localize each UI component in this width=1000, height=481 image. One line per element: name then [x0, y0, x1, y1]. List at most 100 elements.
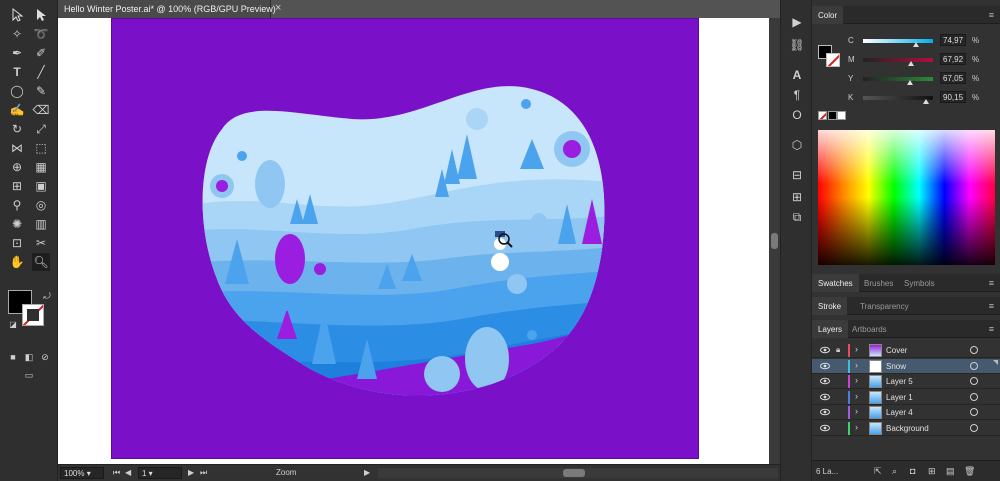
- symbol-sprayer-tool-icon[interactable]: ✺: [8, 215, 26, 233]
- gradient-tool-icon[interactable]: ▣: [32, 177, 50, 195]
- shaper-tool-icon[interactable]: ✍: [8, 101, 26, 119]
- 3d-icon[interactable]: ⬡: [790, 138, 804, 152]
- selection-tool-icon[interactable]: [8, 6, 26, 24]
- character-icon[interactable]: A: [790, 68, 804, 82]
- delete-layer-icon[interactable]: 🗑︎: [964, 466, 975, 476]
- slider-value-y[interactable]: 67,05: [940, 72, 966, 84]
- swap-fill-stroke-icon[interactable]: ⤾: [38, 287, 56, 305]
- make-clipping-mask-icon[interactable]: ◘: [910, 466, 920, 476]
- layer-target-icon[interactable]: [970, 392, 978, 401]
- links-icon[interactable]: ⛓: [789, 38, 804, 52]
- prev-artboard-icon[interactable]: ◀: [125, 468, 131, 477]
- layer-target-icon[interactable]: [970, 361, 978, 370]
- export-icon[interactable]: ⇱: [874, 466, 884, 476]
- column-graph-tool-icon[interactable]: ▥: [32, 215, 50, 233]
- tab-transparency[interactable]: Transparency: [854, 297, 915, 315]
- ellipse-tool-icon[interactable]: ◯: [8, 82, 26, 100]
- next-artboard-icon[interactable]: ▶: [188, 468, 194, 477]
- tab-color[interactable]: Color: [812, 6, 844, 24]
- perspective-grid-tool-icon[interactable]: ▦: [32, 158, 50, 176]
- visibility-eye-icon[interactable]: [820, 423, 830, 433]
- hand-tool-icon[interactable]: ✋: [8, 253, 26, 271]
- slider-track-c[interactable]: [863, 39, 933, 43]
- slider-track-m[interactable]: [863, 58, 933, 62]
- stroke-panel-menu-icon[interactable]: ≡: [989, 301, 994, 311]
- last-artboard-icon[interactable]: ⏭: [200, 468, 207, 478]
- tab-layers[interactable]: Layers: [812, 320, 849, 338]
- horizontal-scrollbar[interactable]: [378, 468, 778, 478]
- document-tab[interactable]: Hello Winter Poster.ai* @ 100% (RGB/GPU …: [58, 0, 276, 18]
- locate-object-icon[interactable]: ⌕: [892, 466, 902, 476]
- slider-thumb-k[interactable]: [923, 99, 929, 104]
- layer-row[interactable]: › Layer 1: [812, 390, 1000, 405]
- close-tab-icon[interactable]: ×: [275, 2, 281, 14]
- artboard-tool-icon[interactable]: ⊡: [8, 234, 26, 252]
- lasso-tool-icon[interactable]: ➰: [32, 25, 50, 43]
- pen-tool-icon[interactable]: ✒: [8, 44, 26, 62]
- none-mode-icon[interactable]: ⊘: [36, 348, 54, 366]
- artboard-number-field[interactable]: 1 ▾: [138, 467, 182, 479]
- blend-tool-icon[interactable]: ◎: [32, 196, 50, 214]
- layer-target-icon[interactable]: [970, 423, 978, 432]
- slider-value-k[interactable]: 90,15: [940, 91, 966, 103]
- slider-value-m[interactable]: 67,92: [940, 53, 966, 65]
- expand-chevron-icon[interactable]: ›: [855, 422, 858, 432]
- lock-toggle[interactable]: [836, 423, 844, 433]
- slider-track-y[interactable]: [863, 77, 933, 81]
- lock-toggle[interactable]: [836, 376, 844, 386]
- pathfinder-icon[interactable]: ⧉: [790, 210, 804, 224]
- expand-chevron-icon[interactable]: ›: [855, 391, 858, 401]
- layer-target-icon[interactable]: [970, 346, 978, 354]
- paragraph-icon[interactable]: ¶: [790, 88, 804, 102]
- color-spectrum[interactable]: [818, 130, 995, 265]
- visibility-eye-icon[interactable]: [820, 392, 830, 402]
- lock-toggle[interactable]: [836, 407, 844, 417]
- free-transform-tool-icon[interactable]: ⬚: [32, 139, 50, 157]
- vertical-scrollbar[interactable]: [769, 18, 780, 464]
- layer-row[interactable]: › Layer 5: [812, 374, 1000, 389]
- slider-thumb-y[interactable]: [906, 80, 913, 85]
- direct-selection-tool-icon[interactable]: [32, 6, 50, 24]
- type-tool-icon[interactable]: T: [8, 63, 26, 81]
- lock-toggle[interactable]: [836, 392, 844, 402]
- shape-builder-tool-icon[interactable]: ⊕: [8, 158, 26, 176]
- line-tool-icon[interactable]: ╱: [32, 63, 50, 81]
- color-panel-menu-icon[interactable]: ≡: [989, 10, 994, 20]
- tab-swatches[interactable]: Swatches: [812, 274, 859, 292]
- slider-thumb-m[interactable]: [907, 61, 914, 66]
- white-swatch[interactable]: [837, 111, 846, 120]
- screen-mode-icon[interactable]: ▭: [20, 366, 38, 384]
- new-layer-icon[interactable]: ▤: [946, 466, 956, 476]
- black-swatch[interactable]: [828, 111, 837, 120]
- first-artboard-icon[interactable]: ⏮: [113, 468, 120, 478]
- slider-thumb-c[interactable]: [912, 42, 919, 47]
- layer-row[interactable]: › Background: [812, 421, 1000, 436]
- play-action-icon[interactable]: ▶: [790, 15, 804, 29]
- new-sublayer-icon[interactable]: ⊞: [928, 466, 938, 476]
- horizontal-scroll-thumb[interactable]: [563, 469, 585, 477]
- align-icon[interactable]: ⊟: [790, 168, 804, 182]
- layer-target-icon[interactable]: [970, 377, 978, 385]
- slider-value-c[interactable]: 74,97: [940, 34, 966, 46]
- status-menu-icon[interactable]: ▶: [364, 468, 370, 477]
- visibility-eye-icon[interactable]: [820, 361, 830, 371]
- expand-chevron-icon[interactable]: ›: [855, 344, 858, 354]
- swatches-panel-menu-icon[interactable]: ≡: [989, 278, 994, 288]
- slice-tool-icon[interactable]: ✂: [32, 234, 50, 252]
- default-colors-icon[interactable]: ◪: [4, 315, 22, 333]
- transform-icon[interactable]: ⊞: [790, 190, 804, 204]
- expand-chevron-icon[interactable]: ›: [855, 406, 858, 416]
- tab-stroke[interactable]: Stroke: [812, 297, 848, 315]
- paintbrush-tool-icon[interactable]: ✎: [32, 82, 50, 100]
- visibility-eye-icon[interactable]: [820, 376, 830, 386]
- curvature-tool-icon[interactable]: ✐: [32, 44, 50, 62]
- rotate-tool-icon[interactable]: ↻: [8, 120, 26, 138]
- eyedropper-tool-icon[interactable]: ⚲: [8, 196, 26, 214]
- artboard[interactable]: [111, 18, 699, 459]
- expand-chevron-icon[interactable]: ›: [855, 360, 858, 370]
- expand-chevron-icon[interactable]: ›: [855, 375, 858, 385]
- tab-brushes[interactable]: Brushes: [858, 274, 899, 292]
- layer-row[interactable]: › Snow: [812, 358, 1000, 374]
- color-fill-stroke-widget[interactable]: [818, 45, 840, 67]
- layer-row[interactable]: 🔒︎ › Cover: [812, 343, 1000, 358]
